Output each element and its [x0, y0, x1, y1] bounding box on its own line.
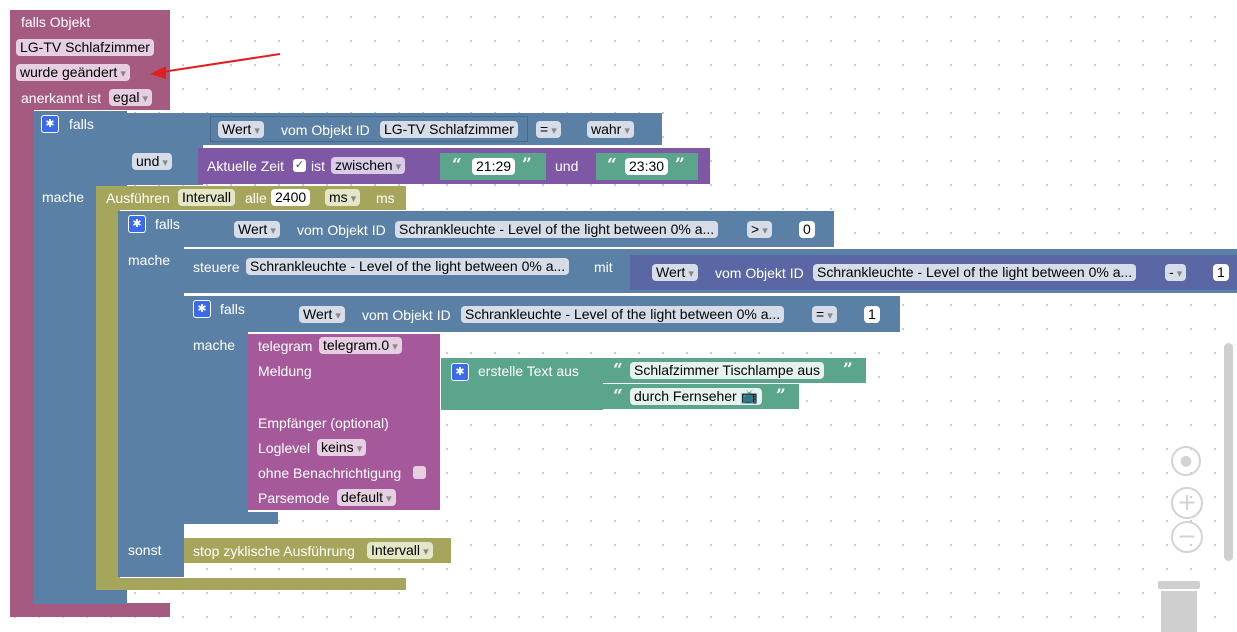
und2-label: und [555, 158, 579, 174]
empfaenger-label: Empfänger (optional) [258, 415, 389, 431]
compare-op-dropdown[interactable]: = [812, 306, 837, 323]
parsemode-dropdown[interactable]: default [337, 489, 396, 506]
wert-dropdown[interactable]: Wert [218, 121, 264, 138]
ack-dropdown[interactable]: egal [109, 89, 153, 106]
zoom-out-icon[interactable]: − [1171, 521, 1203, 553]
if1-falls: falls [69, 116, 94, 132]
quote-close-icon: ” [675, 155, 685, 175]
bool-value-dropdown[interactable]: wahr [587, 121, 634, 138]
text2-field[interactable]: durch Fernseher 📺 [630, 388, 763, 405]
quote-open-icon: “ [613, 386, 623, 406]
ist-label: ist [311, 158, 325, 174]
interval-name-field[interactable]: Intervall [178, 189, 236, 206]
ausfuehren-label: Ausführen [106, 190, 170, 206]
interval-unit-dropdown[interactable]: ms [325, 189, 361, 206]
parsemode-label: Parsemode [258, 490, 330, 506]
trigger-header: falls Objekt [21, 14, 91, 30]
object-id-field[interactable]: LG-TV Schlafzimmer [380, 121, 518, 138]
object-id-field[interactable]: Schrankleuchte - Level of the light betw… [395, 221, 719, 238]
if2-mache: mache [128, 252, 171, 268]
loglevel-label: Loglevel [258, 440, 311, 456]
if-block-1-spine [33, 186, 97, 594]
object-id-field[interactable]: Schrankleuchte - Level of the light betw… [813, 264, 1137, 281]
gear-icon[interactable]: ✱ [193, 300, 211, 318]
object-id-field[interactable]: Schrankleuchte - Level of the light betw… [461, 306, 785, 323]
workspace-scrollbar[interactable] [1224, 343, 1233, 561]
interval-block-bottom [96, 578, 406, 590]
mit-label: mit [594, 259, 613, 275]
math-op-dropdown[interactable]: - [1165, 264, 1187, 281]
gear-icon[interactable]: ✱ [451, 363, 469, 381]
ohne-benachrichtigung-checkbox[interactable] [413, 466, 426, 479]
annotation-arrow [150, 53, 281, 79]
ms-label: ms [376, 190, 395, 206]
steuere-object-field[interactable]: Schrankleuchte - Level of the light betw… [246, 258, 570, 275]
ohne-benachrichtigung-label: ohne Benachrichtigung [258, 465, 402, 481]
math-number-field[interactable]: 1 [1213, 264, 1229, 281]
recenter-icon[interactable]: ● [1171, 446, 1201, 476]
quote-close-icon: ” [843, 360, 853, 380]
event-block-spine [10, 110, 34, 607]
telegram-label: telegram [258, 338, 313, 354]
compare-op-dropdown[interactable]: > [747, 221, 772, 238]
compare-number-field[interactable]: 1 [864, 306, 880, 323]
if-block-1-bottom [33, 590, 127, 604]
stop-label: stop zyklische Ausführung [193, 543, 355, 559]
gear-icon[interactable]: ✱ [41, 115, 59, 133]
wert-dropdown[interactable]: Wert [299, 306, 345, 323]
und-logic-block[interactable] [127, 113, 203, 185]
quote-open-icon: “ [613, 360, 623, 380]
if-block-3-spine [184, 332, 248, 522]
compare-op-dropdown[interactable]: = [536, 121, 561, 138]
time-from-field[interactable]: 21:29 [472, 158, 516, 175]
loglevel-dropdown[interactable]: keins [317, 439, 367, 456]
if1-mache: mache [42, 189, 85, 205]
trigger-event-dropdown[interactable]: wurde geändert [16, 64, 130, 81]
stop-interval-dropdown[interactable]: Intervall [367, 542, 433, 559]
time-to-field[interactable]: 23:30 [625, 158, 669, 175]
und-dropdown[interactable]: und [132, 153, 172, 170]
if2-falls: falls [155, 216, 180, 232]
if3-falls: falls [220, 301, 245, 317]
erstelle-text-label: erstelle Text aus [478, 363, 579, 379]
if3-mache: mache [193, 337, 236, 353]
zoom-in-icon[interactable]: + [1171, 487, 1203, 519]
quote-open-icon: “ [607, 155, 617, 175]
aktuelle-zeit: Aktuelle Zeit [207, 158, 285, 174]
wert-dropdown[interactable]: Wert [652, 264, 698, 281]
telegram-instance-dropdown[interactable]: telegram.0 [319, 337, 402, 354]
quote-open-icon: “ [452, 155, 462, 175]
alle-label: alle [245, 190, 267, 206]
checkbox-checked[interactable]: ✓ [293, 159, 306, 172]
wert-dropdown[interactable]: Wert [234, 221, 280, 238]
if2-sonst: sonst [128, 542, 162, 558]
quote-close-icon: ” [776, 386, 786, 406]
steuere-label: steuere [193, 259, 240, 275]
if-block-3-bottom [184, 512, 278, 524]
trash-icon[interactable] [1158, 581, 1200, 632]
vom-objekt-id: vom Objekt ID [362, 307, 451, 323]
vom-objekt-id: vom Objekt ID [297, 222, 386, 238]
compare-number-field[interactable]: 0 [799, 221, 815, 238]
text1-field[interactable]: Schlafzimmer Tischlampe aus [630, 362, 824, 379]
zwischen-dropdown[interactable]: zwischen [331, 157, 406, 174]
interval-block-spine [96, 210, 120, 590]
vom-objekt-id: vom Objekt ID [715, 265, 804, 281]
trigger-object-field[interactable]: LG-TV Schlafzimmer [16, 39, 154, 56]
vom-objekt-id: vom Objekt ID [281, 122, 370, 138]
ack-label: anerkannt ist [21, 90, 102, 106]
gear-icon[interactable]: ✱ [128, 215, 146, 233]
event-block-bottom [10, 603, 170, 617]
meldung-label: Meldung [258, 363, 312, 379]
interval-ms-field[interactable]: 2400 [271, 189, 311, 206]
quote-close-icon: ” [522, 155, 532, 175]
if-block-2-spine [118, 247, 184, 577]
